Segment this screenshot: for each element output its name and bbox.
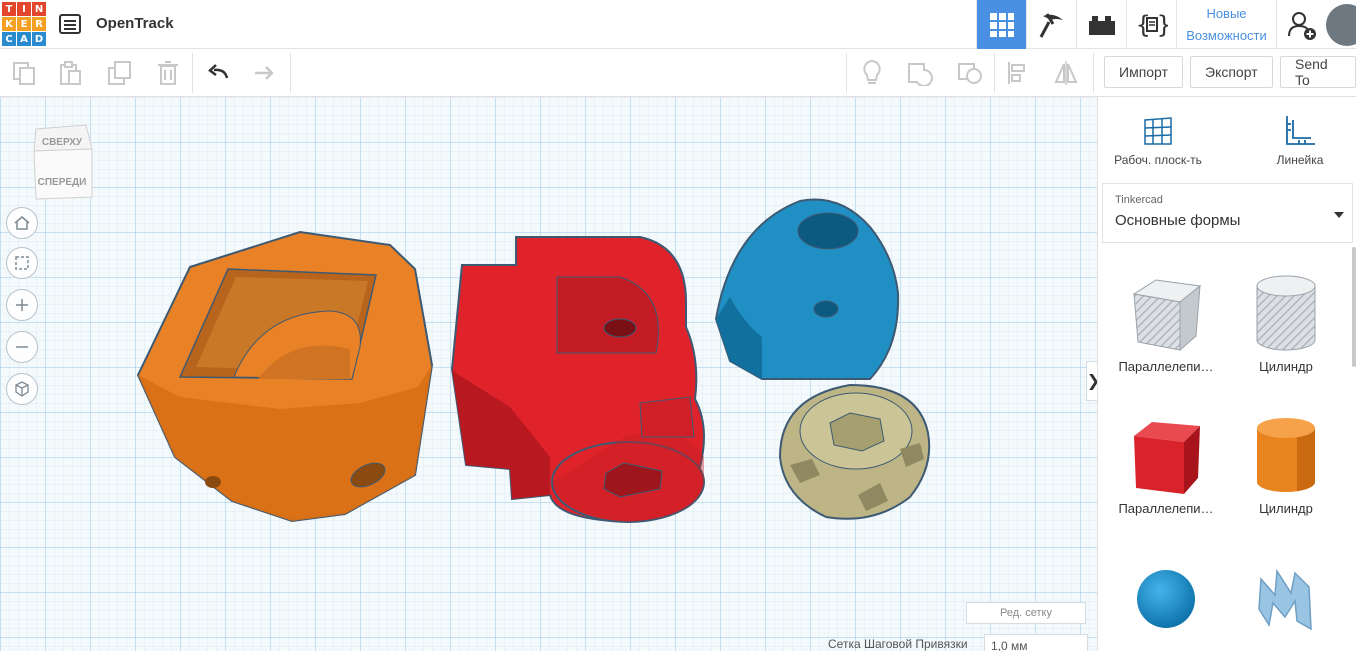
svg-text:}: } bbox=[1157, 11, 1168, 39]
workplane-tool[interactable]: Рабоч. плоск-ть bbox=[1098, 109, 1218, 167]
edit-grid-button[interactable]: Ред. сетку bbox=[966, 602, 1086, 624]
khaki-knob[interactable] bbox=[778, 383, 931, 520]
shape-box[interactable]: Параллелепи… bbox=[1106, 409, 1226, 516]
avatar[interactable] bbox=[1326, 3, 1356, 46]
snap-grid-value: 1,0 мм bbox=[991, 639, 1028, 651]
zoom-in-icon[interactable] bbox=[6, 289, 38, 321]
viewcube-top-label: СВЕРХУ bbox=[42, 137, 83, 148]
chevron-down-icon bbox=[1334, 212, 1344, 218]
ruler-tool[interactable]: Линейка bbox=[1240, 109, 1356, 167]
send-to-button[interactable]: Send To bbox=[1280, 56, 1356, 88]
edit-toolbar: Импорт Экспорт Send To bbox=[0, 49, 1356, 97]
box-icon bbox=[1106, 409, 1226, 501]
redo-icon[interactable] bbox=[248, 57, 280, 89]
ruler-label: Линейка bbox=[1276, 153, 1324, 167]
top-bar: T I N K E R C A D OpenTrack {} Новые Воз… bbox=[0, 0, 1356, 49]
logo-letter: C bbox=[2, 32, 16, 46]
cylinder-hole-icon bbox=[1226, 267, 1346, 359]
scribble-icon bbox=[1226, 553, 1346, 645]
collapse-panel-icon[interactable]: ❯ bbox=[1086, 361, 1097, 401]
logo-letter: D bbox=[32, 32, 46, 46]
snap-grid-label: Сетка Шаговой Привязки bbox=[828, 637, 968, 651]
design-list-icon[interactable] bbox=[58, 12, 82, 36]
delete-icon[interactable] bbox=[152, 57, 184, 89]
grid-view-icon[interactable] bbox=[976, 0, 1026, 49]
new-features-link[interactable]: Новые Возможности bbox=[1176, 0, 1276, 49]
align-icon[interactable] bbox=[1002, 57, 1034, 89]
library-name: Основные формы bbox=[1115, 212, 1241, 229]
svg-text:{: { bbox=[1136, 11, 1150, 39]
workplane-canvas[interactable]: СВЕРХУ СПЕРЕДИ Ред. сетку Сетка Шаговой … bbox=[0, 97, 1097, 651]
import-button[interactable]: Импорт bbox=[1104, 56, 1183, 88]
export-button[interactable]: Экспорт bbox=[1190, 56, 1273, 88]
logo-letter: A bbox=[17, 32, 31, 46]
shape-label: Цилиндр bbox=[1259, 501, 1313, 516]
viewcube-front-label: СПЕРЕДИ bbox=[38, 177, 87, 188]
undo-icon[interactable] bbox=[202, 57, 234, 89]
shape-scribble[interactable] bbox=[1226, 553, 1346, 645]
logo-letter: E bbox=[17, 17, 31, 31]
logo-letter: N bbox=[32, 2, 46, 16]
shape-label: Цилиндр bbox=[1259, 359, 1313, 374]
mirror-icon[interactable] bbox=[1050, 57, 1082, 89]
duplicate-icon[interactable] bbox=[104, 57, 136, 89]
logo-letter: R bbox=[32, 17, 46, 31]
shape-sphere[interactable] bbox=[1106, 553, 1226, 645]
logo-letter: I bbox=[17, 2, 31, 16]
code-blocks-icon[interactable]: {} bbox=[1126, 0, 1176, 49]
copy-icon[interactable] bbox=[8, 57, 40, 89]
shapes-panel: Рабоч. плоск-ть Линейка Tinkercad Основн… bbox=[1097, 97, 1356, 651]
fit-view-icon[interactable] bbox=[6, 247, 38, 279]
logo-letter: T bbox=[2, 2, 16, 16]
snap-grid-select[interactable]: 1,0 мм bbox=[984, 634, 1088, 651]
shape-library-select[interactable]: Tinkercad Основные формы bbox=[1102, 183, 1353, 243]
news-line2: Возможности bbox=[1186, 27, 1267, 43]
cylinder-icon bbox=[1226, 409, 1346, 501]
tinkercad-logo[interactable]: T I N K E R C A D bbox=[2, 2, 46, 46]
view-cube[interactable]: СВЕРХУ СПЕРЕДИ bbox=[30, 121, 94, 201]
shape-cylinder-hole[interactable]: Цилиндр bbox=[1226, 267, 1346, 374]
bricks-icon[interactable] bbox=[1076, 0, 1126, 49]
workplane-label: Рабоч. плоск-ть bbox=[1114, 153, 1202, 167]
logo-letter: K bbox=[2, 17, 16, 31]
add-user-icon[interactable] bbox=[1276, 0, 1326, 49]
shape-box-hole[interactable]: Параллелепи… bbox=[1106, 267, 1226, 374]
zoom-out-icon[interactable] bbox=[6, 331, 38, 363]
shape-cylinder[interactable]: Цилиндр bbox=[1226, 409, 1346, 516]
news-line1: Новые bbox=[1206, 5, 1247, 21]
shape-label: Параллелепи… bbox=[1118, 359, 1214, 374]
pickaxe-icon[interactable] bbox=[1026, 0, 1076, 49]
library-source: Tinkercad bbox=[1115, 194, 1163, 206]
ungroup-icon[interactable] bbox=[954, 57, 986, 89]
group-icon[interactable] bbox=[904, 57, 936, 89]
panel-scrollbar[interactable] bbox=[1352, 247, 1356, 367]
project-title[interactable]: OpenTrack bbox=[96, 15, 174, 32]
ruler-icon bbox=[1240, 109, 1356, 153]
home-view-icon[interactable] bbox=[6, 207, 38, 239]
sphere-icon bbox=[1106, 553, 1226, 645]
paste-icon[interactable] bbox=[54, 57, 86, 89]
box-hole-icon bbox=[1106, 267, 1226, 359]
perspective-icon[interactable] bbox=[6, 373, 38, 405]
workplane-icon bbox=[1098, 109, 1218, 153]
lightbulb-icon[interactable] bbox=[856, 57, 888, 89]
shape-label: Параллелепи… bbox=[1118, 501, 1214, 516]
